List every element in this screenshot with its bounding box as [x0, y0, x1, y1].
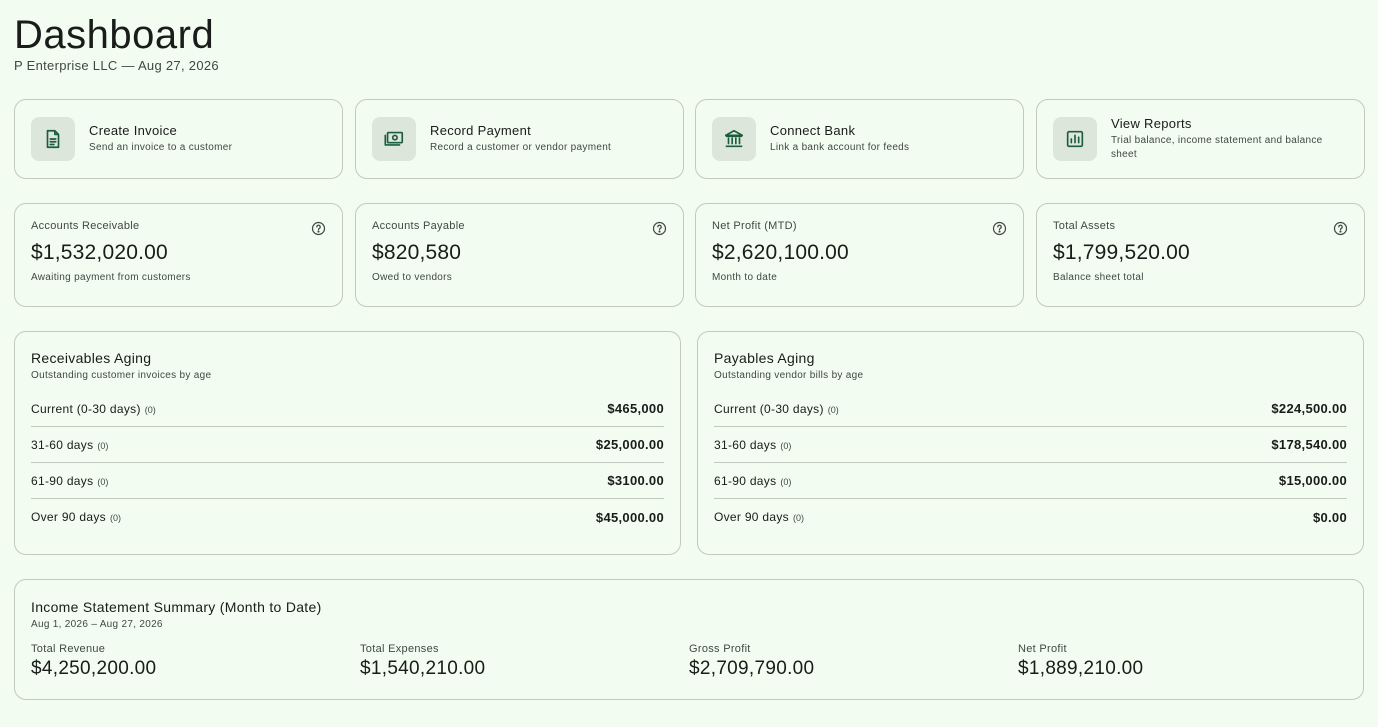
aging-row[interactable]: 61-90 days (0) $3100.00	[31, 463, 664, 499]
aging-count: (0)	[144, 404, 156, 415]
aging-label: Over 90 days	[31, 510, 106, 524]
metric-value: $2,709,790.00	[689, 658, 815, 679]
help-icon[interactable]	[652, 221, 667, 236]
aging-row[interactable]: Current (0-30 days) (0) $224,500.00	[714, 391, 1347, 427]
kpi-accounts-payable: Accounts Payable $820,580 Owed to vendor…	[355, 203, 684, 307]
action-title: View Reports	[1111, 116, 1192, 131]
kpi-value: $1,799,520.00	[1053, 241, 1190, 264]
help-icon[interactable]	[1333, 221, 1348, 236]
receivables-aging-card: Receivables Aging Outstanding customer i…	[14, 331, 681, 555]
kpi-note: Balance sheet total	[1053, 272, 1144, 283]
metric-value: $4,250,200.00	[31, 658, 157, 679]
metric-total-expenses: Total Expenses $1,540,210.00	[360, 643, 689, 680]
aging-row[interactable]: 31-60 days (0) $25,000.00	[31, 427, 664, 463]
metric-label: Gross Profit	[689, 643, 751, 655]
metric-net-profit: Net Profit $1,889,210.00	[1018, 643, 1347, 680]
metric-value: $1,889,210.00	[1018, 658, 1144, 679]
action-description: Link a bank account for feeds	[770, 142, 910, 153]
view-reports-button[interactable]: View Reports Trial balance, income state…	[1036, 99, 1365, 179]
aging-count: (0)	[780, 440, 792, 451]
aging-label: 61-90 days	[714, 473, 777, 488]
period-label: Aug 1, 2026 – Aug 27, 2026	[31, 619, 163, 630]
aging-amount: $465,000	[607, 401, 664, 416]
aging-label: 31-60 days	[31, 437, 94, 452]
payments-icon	[372, 117, 416, 161]
metric-total-revenue: Total Revenue $4,250,200.00	[31, 643, 360, 680]
aging-row[interactable]: Over 90 days (0) $0.00	[714, 499, 1347, 535]
kpi-total-assets: Total Assets $1,799,520.00 Balance sheet…	[1036, 203, 1365, 307]
kpi-label: Accounts Receivable	[31, 220, 140, 232]
kpi-label: Net Profit (MTD)	[712, 220, 797, 232]
chart-icon	[1053, 117, 1097, 161]
page-title: Dashboard	[14, 13, 215, 57]
aging-count: (0)	[97, 440, 109, 451]
kpi-net-profit: Net Profit (MTD) $2,620,100.00 Month to …	[695, 203, 1024, 307]
help-icon[interactable]	[992, 221, 1007, 236]
aging-row[interactable]: Over 90 days (0) $45,000.00	[31, 499, 664, 535]
metric-label: Total Expenses	[360, 643, 439, 655]
aging-row[interactable]: 61-90 days (0) $15,000.00	[714, 463, 1347, 499]
card-subtitle: Outstanding customer invoices by age	[31, 370, 212, 381]
metric-gross-profit: Gross Profit $2,709,790.00	[689, 643, 1018, 680]
kpi-label: Total Assets	[1053, 220, 1116, 232]
create-invoice-button[interactable]: Create Invoice Send an invoice to a cust…	[14, 99, 343, 179]
aging-count: (0)	[780, 476, 792, 487]
page-subtitle: P Enterprise LLC — Aug 27, 2026	[14, 58, 219, 73]
metric-value: $1,540,210.00	[360, 658, 486, 679]
card-title: Payables Aging	[714, 350, 815, 366]
card-title: Receivables Aging	[31, 350, 152, 366]
record-payment-button[interactable]: Record Payment Record a customer or vend…	[355, 99, 684, 179]
document-icon	[31, 117, 75, 161]
action-title: Connect Bank	[770, 123, 856, 138]
aging-count: (0)	[109, 513, 121, 523]
aging-amount: $0.00	[1312, 509, 1347, 525]
aging-amount: $45,000.00	[595, 509, 664, 525]
connect-bank-button[interactable]: Connect Bank Link a bank account for fee…	[695, 99, 1024, 179]
card-subtitle: Outstanding vendor bills by age	[714, 370, 864, 381]
card-title: Income Statement Summary (Month to Date)	[31, 599, 322, 615]
aging-count: (0)	[97, 476, 109, 487]
metric-label: Total Revenue	[31, 643, 106, 655]
kpi-label: Accounts Payable	[372, 220, 465, 232]
action-title: Create Invoice	[89, 123, 178, 138]
kpi-value: $1,532,020.00	[31, 241, 168, 264]
payables-aging-card: Payables Aging Outstanding vendor bills …	[697, 331, 1364, 555]
aging-amount: $178,540.00	[1271, 437, 1347, 452]
kpi-accounts-receivable: Accounts Receivable $1,532,020.00 Awaiti…	[14, 203, 343, 307]
kpi-note: Owed to vendors	[372, 272, 453, 283]
aging-label: 61-90 days	[31, 473, 94, 488]
aging-amount: $224,500.00	[1271, 401, 1347, 416]
action-title: Record Payment	[430, 123, 532, 138]
income-summary-card: Income Statement Summary (Month to Date)…	[14, 579, 1364, 700]
kpi-note: Month to date	[712, 272, 778, 283]
bank-icon	[712, 117, 756, 161]
aging-amount: $15,000.00	[1278, 473, 1347, 488]
aging-row[interactable]: 31-60 days (0) $178,540.00	[714, 427, 1347, 463]
action-description: Record a customer or vendor payment	[430, 142, 612, 153]
kpi-value: $820,580	[372, 241, 462, 264]
aging-label: Over 90 days	[714, 510, 789, 524]
kpi-note: Awaiting payment from customers	[31, 272, 191, 283]
help-icon[interactable]	[311, 221, 326, 236]
kpi-value: $2,620,100.00	[712, 241, 849, 264]
aging-count: (0)	[827, 404, 839, 415]
action-description: Trial balance, income statement and bala…	[1111, 135, 1323, 160]
aging-label: 31-60 days	[714, 437, 777, 452]
aging-amount: $3100.00	[607, 473, 664, 488]
aging-count: (0)	[792, 513, 804, 523]
action-description: Send an invoice to a customer	[89, 142, 233, 153]
aging-row[interactable]: Current (0-30 days) (0) $465,000	[31, 391, 664, 427]
metric-label: Net Profit	[1018, 643, 1067, 655]
aging-label: Current (0-30 days)	[31, 401, 141, 416]
aging-label: Current (0-30 days)	[714, 401, 824, 416]
aging-amount: $25,000.00	[595, 437, 664, 452]
